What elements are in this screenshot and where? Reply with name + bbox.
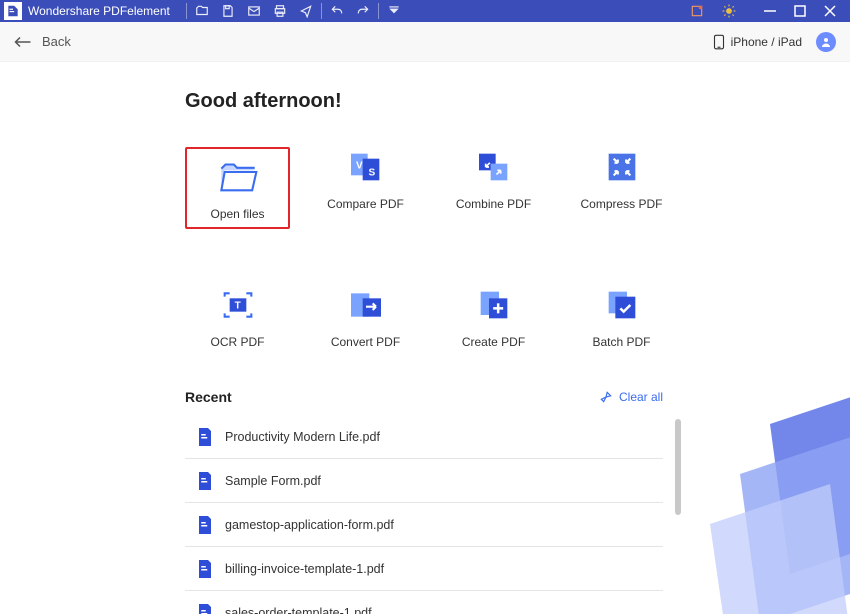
open-icon[interactable] [193,2,211,20]
back-arrow-icon [14,35,32,49]
recent-section: Recent Clear all Productivity Modern Lif… [185,389,663,614]
user-avatar[interactable] [816,32,836,52]
tile-label: Batch PDF [592,335,650,349]
back-label: Back [42,34,71,49]
divider [186,3,187,19]
recent-item[interactable]: Sample Form.pdf [185,459,663,503]
tile-ocr-pdf[interactable]: T OCR PDF [185,285,290,349]
share-icon[interactable] [297,2,315,20]
svg-text:S: S [368,167,375,178]
clear-all-label: Clear all [619,390,663,404]
app-logo [4,2,22,20]
open-files-icon [215,157,261,197]
tile-label: Compress PDF [580,197,662,211]
minimize-button[interactable] [762,3,778,19]
tile-create-pdf[interactable]: Create PDF [441,285,546,349]
tile-label: Combine PDF [456,197,531,211]
ocr-pdf-icon: T [215,285,261,325]
undo-icon[interactable] [328,2,346,20]
recent-item[interactable]: Productivity Modern Life.pdf [185,415,663,459]
recent-item[interactable]: gamestop-application-form.pdf [185,503,663,547]
quick-actions [193,2,315,20]
pdf-file-icon [197,428,213,446]
broom-icon [599,390,613,404]
sub-header: Back iPhone / iPad [0,22,850,62]
device-link[interactable]: iPhone / iPad [709,32,806,52]
close-button[interactable] [822,3,838,19]
tile-compress-pdf[interactable]: Compress PDF [569,147,674,229]
customize-toolbar-icon[interactable] [385,2,403,20]
title-bar-right [688,2,846,20]
tile-compare-pdf[interactable]: VS Compare PDF [313,147,418,229]
recent-list: Productivity Modern Life.pdf Sample Form… [185,415,663,614]
tile-label: Convert PDF [331,335,400,349]
file-name: billing-invoice-template-1.pdf [225,562,384,576]
recent-title: Recent [185,389,232,405]
compress-pdf-icon [599,147,645,187]
pdfelement-logo-icon [6,4,20,18]
recent-header: Recent Clear all [185,389,663,405]
print-icon[interactable] [271,2,289,20]
history-actions [328,2,372,20]
mail-icon[interactable] [245,2,263,20]
divider [321,3,322,19]
pdf-file-icon [197,472,213,490]
svg-text:T: T [234,300,240,311]
tile-label: Create PDF [462,335,525,349]
redo-icon[interactable] [354,2,372,20]
file-name: Productivity Modern Life.pdf [225,430,380,444]
pdf-file-icon [197,560,213,578]
tile-label: OCR PDF [211,335,265,349]
file-name: sales-order-template-1.pdf [225,606,372,614]
tile-label: Compare PDF [327,197,404,211]
recent-item[interactable]: sales-order-template-1.pdf [185,591,663,614]
phone-icon [713,34,725,50]
device-label: iPhone / iPad [731,35,802,49]
pdf-file-icon [197,604,213,614]
tile-combine-pdf[interactable]: Combine PDF [441,147,546,229]
batch-pdf-icon [599,285,645,325]
greeting-heading: Good afternoon! [185,90,790,113]
convert-pdf-icon [343,285,389,325]
create-pdf-icon [471,285,517,325]
action-tiles: Open files VS Compare PDF Combine PDF Co… [185,147,790,349]
recent-item[interactable]: billing-invoice-template-1.pdf [185,547,663,591]
person-icon [820,36,832,48]
tile-open-files[interactable]: Open files [185,147,290,229]
file-name: Sample Form.pdf [225,474,321,488]
pdf-file-icon [197,516,213,534]
clear-all-button[interactable]: Clear all [599,390,663,404]
svg-text:V: V [356,161,363,172]
back-button[interactable]: Back [14,34,71,49]
title-bar: Wondershare PDFelement [0,0,850,22]
compare-pdf-icon: VS [343,147,389,187]
combine-pdf-icon [471,147,517,187]
maximize-button[interactable] [792,3,808,19]
file-name: gamestop-application-form.pdf [225,518,394,532]
save-icon[interactable] [219,2,237,20]
scrollbar-thumb[interactable] [675,419,681,515]
tile-convert-pdf[interactable]: Convert PDF [313,285,418,349]
tile-label: Open files [210,207,264,221]
divider [378,3,379,19]
app-name: Wondershare PDFelement [28,4,170,18]
sub-header-right: iPhone / iPad [709,32,836,52]
notification-icon[interactable] [688,2,706,20]
main-content: Good afternoon! Open files VS Compare PD… [0,62,850,614]
tile-batch-pdf[interactable]: Batch PDF [569,285,674,349]
theme-icon[interactable] [720,2,738,20]
window-controls [762,3,838,19]
